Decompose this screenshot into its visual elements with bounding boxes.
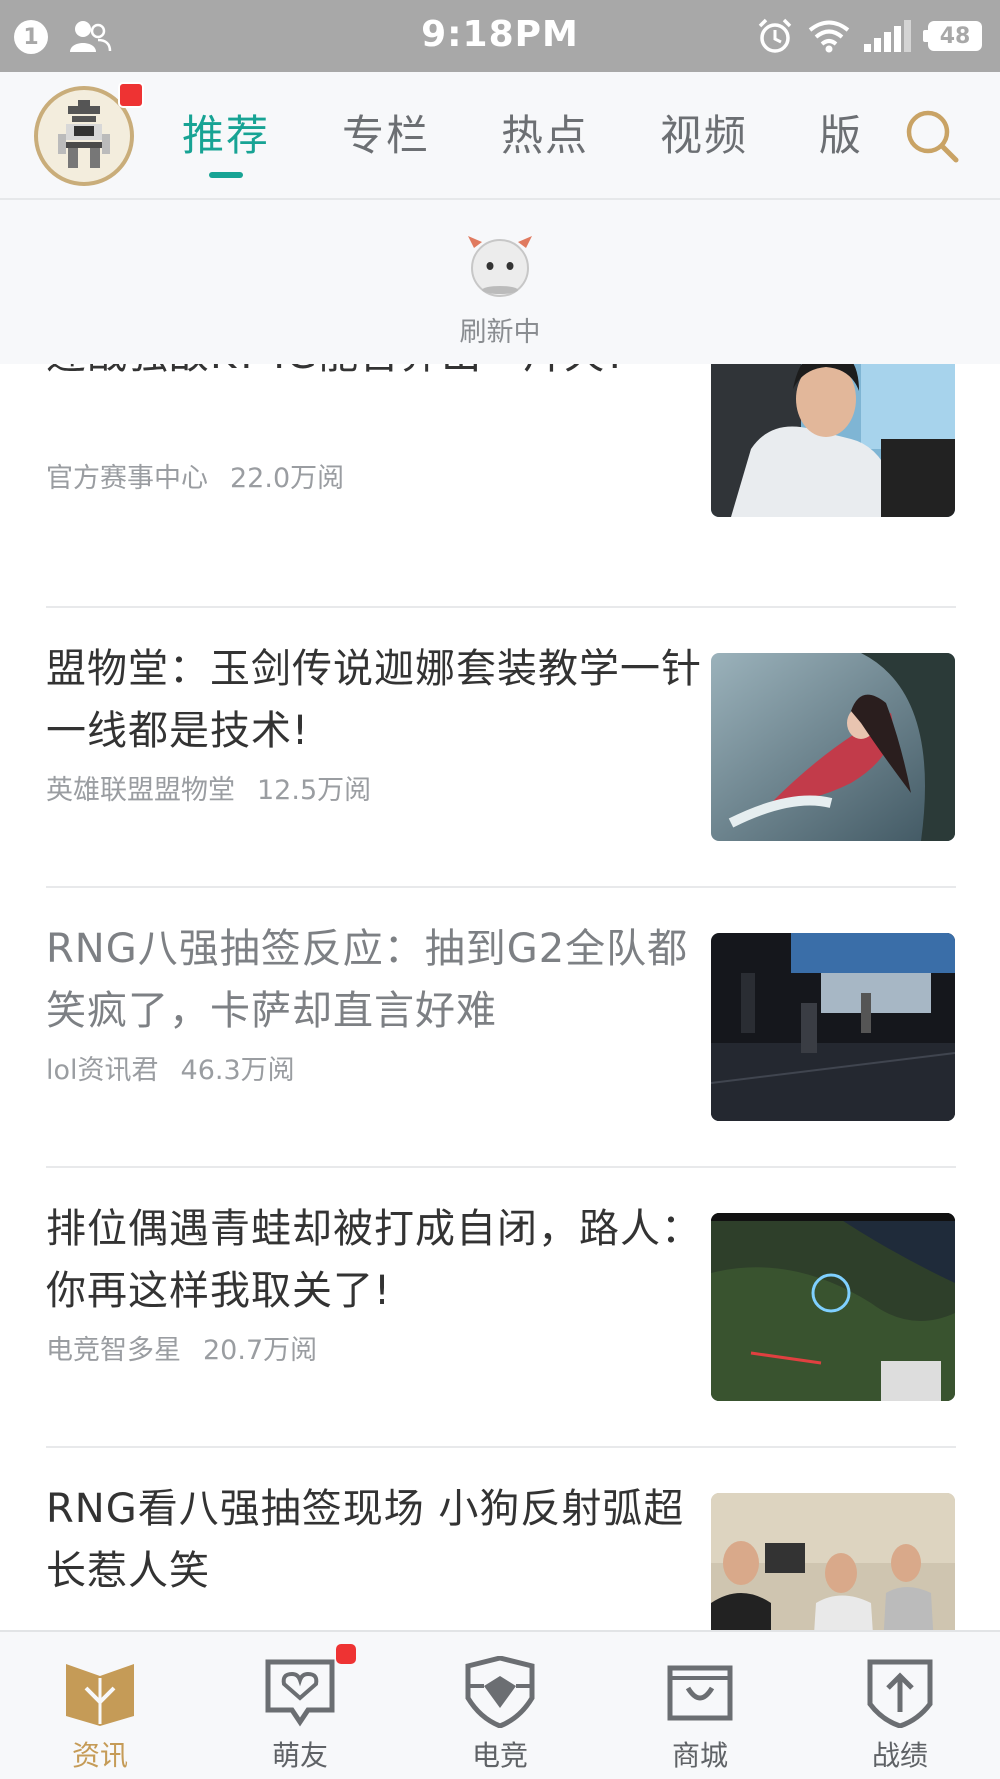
shop-bag-icon xyxy=(667,1665,733,1721)
top-navigation: 推荐 专栏 热点 视频 版 xyxy=(0,72,1000,200)
refresh-status-text: 刷新中 xyxy=(459,317,541,348)
news-views: 20.7万阅 xyxy=(203,1335,318,1366)
news-title: 迎战强敌KT IG能否莽出一片天? xyxy=(46,364,702,386)
news-title: RNG八强抽签反应：抽到G2全队都笑疯了，卡萨却直言好难 xyxy=(46,926,689,1034)
tab-hot[interactable]: 热点 xyxy=(501,102,589,163)
news-item[interactable]: RNG八强抽签反应：抽到G2全队都笑疯了，卡萨却直言好难 lol资讯君 46.3万… xyxy=(0,888,1000,1168)
news-item[interactable]: RNG看八强抽签现场 小狗反射弧超长惹人笑 xyxy=(0,1448,1000,1630)
news-meta: 官方赛事中心 22.0万阅 xyxy=(46,456,344,495)
news-thumbnail xyxy=(711,1493,955,1630)
bottom-tab-label: 资讯 xyxy=(71,1739,128,1772)
news-source: 官方赛事中心 xyxy=(46,463,208,494)
news-item[interactable]: 排位偶遇青蛙却被打成自闭，路人：你再这样我取关了! 电竞智多星 20.7万阅 xyxy=(0,1168,1000,1448)
bottom-tab-friends[interactable]: 萌友 xyxy=(200,1632,400,1779)
esports-shield-icon xyxy=(465,1656,535,1728)
news-views: 22.0万阅 xyxy=(230,463,345,494)
wifi-icon xyxy=(808,20,850,53)
news-thumbnail xyxy=(711,653,955,841)
news-meta: lol资讯君 46.3万阅 xyxy=(46,1048,295,1087)
tab-version[interactable]: 版 xyxy=(819,102,863,163)
tab-recommend[interactable]: 推荐 xyxy=(182,102,270,163)
news-item[interactable]: 迎战强敌KT IG能否莽出一片天? 官方赛事中心 22.0万阅 xyxy=(0,364,1000,604)
signal-icon xyxy=(864,20,911,52)
battery-level: 48 xyxy=(923,21,982,51)
news-item[interactable]: 盟物堂：玉剑传说迦娜套装教学一针一线都是技术! 英雄联盟盟物堂 12.5万阅 xyxy=(0,608,1000,888)
bottom-tab-esports[interactable]: 电竞 xyxy=(400,1632,600,1779)
news-source: lol资讯君 xyxy=(46,1055,159,1086)
active-tab-indicator xyxy=(209,172,243,178)
news-thumbnail xyxy=(711,364,955,517)
mascot-loading-icon xyxy=(468,236,532,297)
news-thumbnail xyxy=(711,1213,955,1401)
search-icon[interactable] xyxy=(904,108,960,164)
news-feed: 迎战强敌KT IG能否莽出一片天? 官方赛事中心 22.0万阅 盟物堂：玉剑传说迦… xyxy=(0,364,1000,1630)
bottom-tab-news[interactable]: 资讯 xyxy=(0,1632,200,1779)
news-title: 盟物堂：玉剑传说迦娜套装教学一针一线都是技术! xyxy=(46,646,702,754)
tab-column[interactable]: 专栏 xyxy=(342,102,430,163)
bottom-tab-label: 战绩 xyxy=(871,1739,928,1772)
news-meta: 英雄联盟盟物堂 12.5万阅 xyxy=(46,768,371,807)
bottom-navigation: 资讯 萌友 电竞 商城 战绩 xyxy=(0,1630,1000,1779)
tab-video[interactable]: 视频 xyxy=(660,102,748,163)
avatar-figure-icon xyxy=(58,100,110,168)
news-views: 46.3万阅 xyxy=(180,1055,295,1086)
bottom-tab-label: 萌友 xyxy=(271,1739,328,1772)
news-meta: 电竞智多星 20.7万阅 xyxy=(46,1328,317,1367)
news-title: RNG看八强抽签现场 小狗反射弧超长惹人笑 xyxy=(46,1486,685,1594)
friends-heart-icon xyxy=(265,1659,335,1727)
bottom-tab-label: 电竞 xyxy=(471,1739,528,1772)
refresh-indicator: 刷新中 xyxy=(0,200,1000,364)
stats-shield-icon xyxy=(867,1659,933,1728)
news-source: 英雄联盟盟物堂 xyxy=(46,775,235,806)
news-book-icon xyxy=(66,1664,134,1726)
bottom-tab-shop[interactable]: 商城 xyxy=(600,1632,800,1779)
news-views: 12.5万阅 xyxy=(257,775,372,806)
status-bar: 1 9:18PM 48 xyxy=(0,0,1000,72)
bottom-tab-stats[interactable]: 战绩 xyxy=(800,1632,1000,1779)
avatar-notification-dot xyxy=(118,82,144,108)
news-source: 电竞智多星 xyxy=(46,1335,181,1366)
friends-notification-dot xyxy=(336,1644,356,1664)
alarm-icon xyxy=(758,18,792,53)
news-thumbnail xyxy=(711,933,955,1121)
news-title: 排位偶遇青蛙却被打成自闭，路人：你再这样我取关了! xyxy=(46,1206,702,1314)
bottom-tab-label: 商城 xyxy=(671,1739,728,1772)
